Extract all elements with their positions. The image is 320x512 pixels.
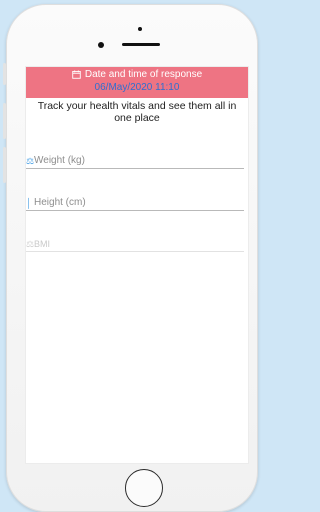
home-button[interactable] xyxy=(125,469,163,507)
bmi-field: ⚖ BMI xyxy=(26,232,244,252)
volume-up-button xyxy=(3,103,6,139)
weight-placeholder: Weight (kg) xyxy=(34,155,85,166)
response-date: 06/May/2020 11:10 xyxy=(94,82,180,93)
bmi-placeholder: BMI xyxy=(34,239,51,249)
scale-icon: ⚖ xyxy=(26,156,35,166)
ruler-icon: │ xyxy=(26,198,32,208)
height-field[interactable]: │ Height (cm) xyxy=(26,191,244,211)
earpiece-speaker xyxy=(122,43,160,46)
mute-switch xyxy=(3,63,6,85)
banner-title: Date and time of response xyxy=(84,69,203,80)
calendar-icon xyxy=(72,70,81,79)
volume-down-button xyxy=(3,147,6,183)
height-placeholder: Height (cm) xyxy=(34,197,86,208)
proximity-sensor xyxy=(138,27,142,31)
page-headline: Track your health vitals and see them al… xyxy=(37,100,237,124)
app-screen: Date and time of response 06/May/2020 11… xyxy=(26,67,248,463)
front-camera xyxy=(98,42,104,48)
weight-field[interactable]: ⚖ Weight (kg) xyxy=(26,149,244,169)
bmi-icon: ⚖ xyxy=(26,239,35,249)
response-banner: Date and time of response 06/May/2020 11… xyxy=(26,67,248,98)
